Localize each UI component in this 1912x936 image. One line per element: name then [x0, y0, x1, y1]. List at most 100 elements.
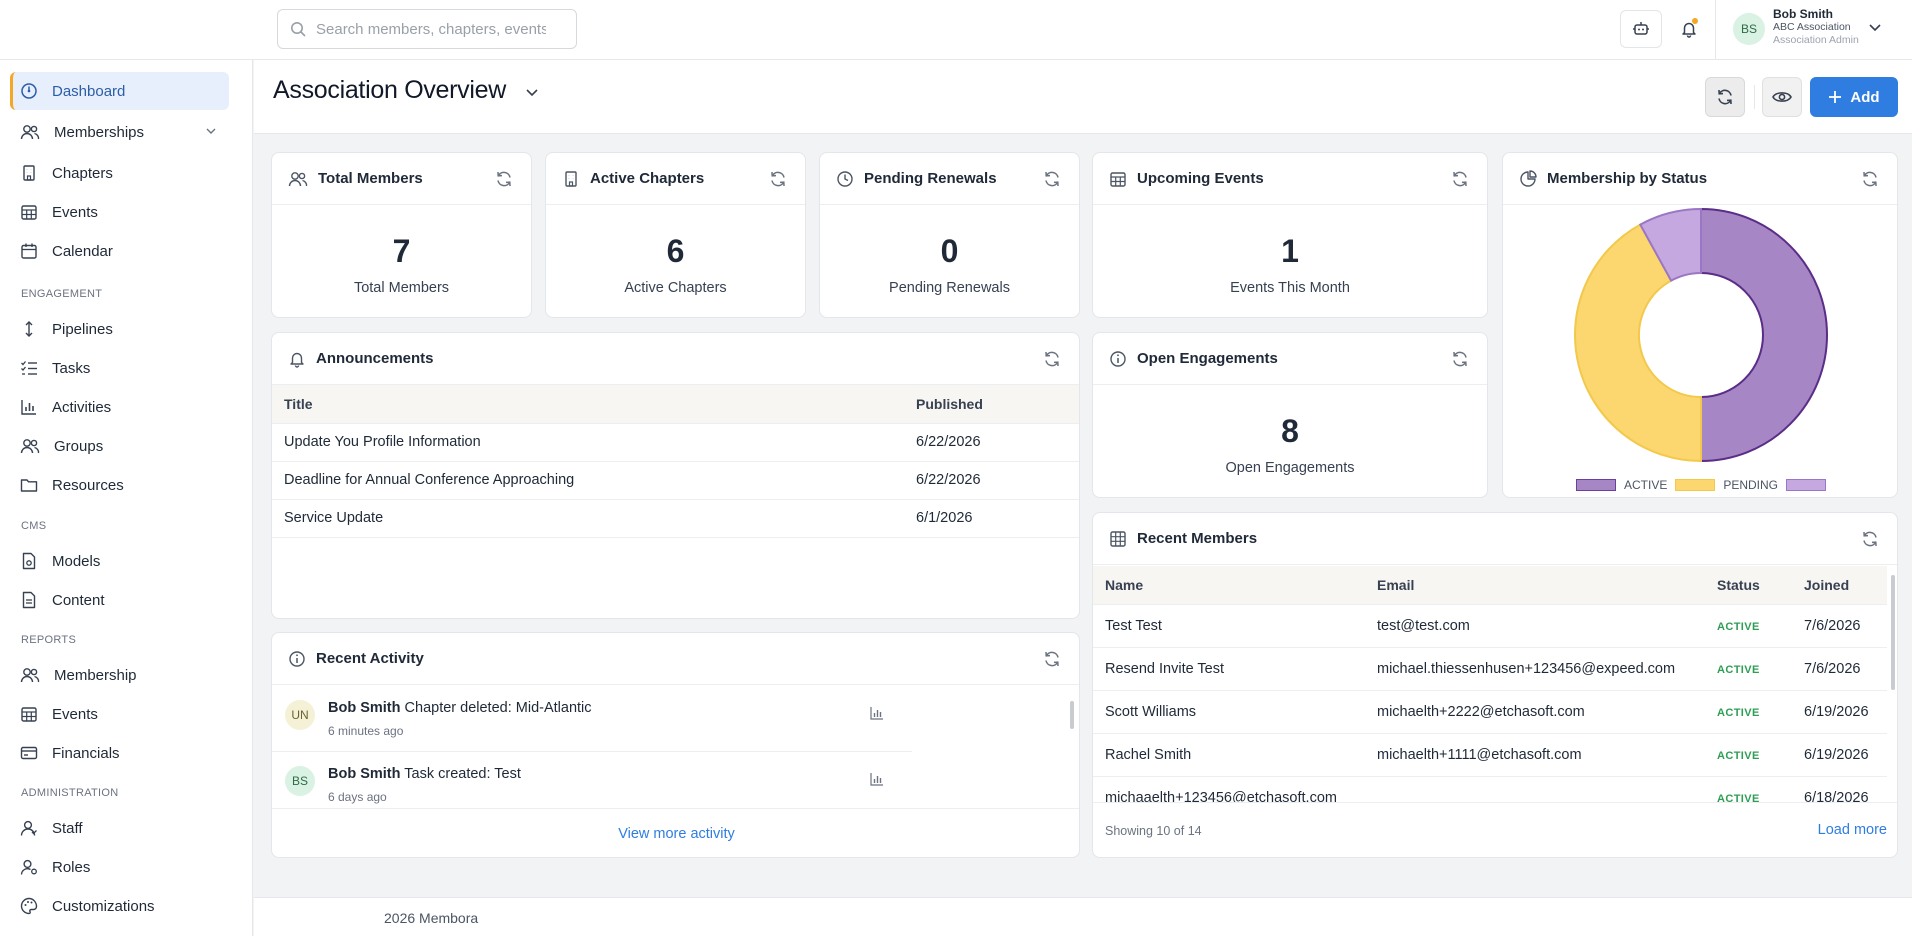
plus-icon [1828, 90, 1842, 104]
column-header-joined[interactable]: Joined [1792, 566, 1887, 605]
column-header-title[interactable]: Title [272, 385, 904, 424]
preview-button[interactable] [1762, 77, 1802, 117]
refresh-icon[interactable] [1043, 350, 1061, 368]
column-header-status[interactable]: Status [1705, 566, 1792, 605]
legend-label-active: ACTIVE [1623, 478, 1668, 492]
sidebar-item-customizations[interactable]: Customizations [10, 887, 229, 925]
sidebar-item-resources[interactable]: Resources [10, 466, 229, 504]
sidebar-item-models[interactable]: Models [10, 542, 229, 580]
sidebar-item-calendar[interactable]: Calendar [10, 232, 229, 270]
announcement-title[interactable]: Service Update [272, 499, 904, 538]
legend-swatch-other[interactable] [1786, 479, 1827, 491]
users-icon [20, 666, 40, 684]
member-name[interactable]: Rachel Smith [1093, 733, 1365, 777]
list-item[interactable]: UN Bob Smith Chapter deleted: Mid-Atlant… [272, 686, 912, 752]
search-input[interactable] [316, 20, 546, 38]
sidebar-item-label: Staff [52, 819, 83, 837]
chart-legend: ACTIVE PENDING [1503, 478, 1897, 492]
table-row[interactable]: Scott Williams michaelth+2222@etchasoft.… [1093, 690, 1887, 734]
table-row[interactable]: Update You Profile Information 6/22/2026 [272, 423, 1079, 462]
sidebar-item-roles[interactable]: Roles [10, 848, 229, 886]
chevron-down-icon[interactable] [205, 125, 217, 137]
table-row[interactable]: michaaelth+123456@etchasoft.com ACTIVE 6… [1093, 776, 1887, 802]
add-button[interactable]: Add [1810, 77, 1898, 117]
announcements-table: Title Published Update You Profile Infor… [272, 385, 1079, 538]
chevron-down-icon[interactable] [1868, 20, 1882, 34]
view-more-activity-link[interactable]: View more activity [618, 826, 735, 842]
sidebar-item-label: Models [52, 552, 101, 570]
activity-chart-icon[interactable] [870, 772, 884, 786]
grid-calendar-icon [20, 203, 38, 221]
load-more-link[interactable]: Load more [1818, 822, 1887, 838]
sidebar-item-report-membership[interactable]: Membership [10, 656, 229, 694]
sidebar-item-content[interactable]: Content [10, 581, 229, 619]
table-row[interactable]: Rachel Smith michaelth+1111@etchasoft.co… [1093, 733, 1887, 777]
refresh-icon[interactable] [1043, 170, 1061, 188]
column-header-published[interactable]: Published [904, 385, 1079, 424]
refresh-icon[interactable] [495, 170, 513, 188]
announcement-date: 6/1/2026 [904, 499, 1079, 538]
sidebar-item-pipelines[interactable]: Pipelines [10, 310, 229, 348]
refresh-dashboard-button[interactable] [1705, 77, 1745, 117]
sidebar-item-staff[interactable]: Staff [10, 809, 229, 847]
announcement-title[interactable]: Update You Profile Information [272, 423, 904, 462]
table-row[interactable]: Test Test test@test.com ACTIVE 7/6/2026 [1093, 604, 1887, 648]
stat-card-pending-renewals: Pending Renewals 0 Pending Renewals [819, 152, 1080, 318]
table-row[interactable]: Service Update 6/1/2026 [272, 499, 1079, 538]
activity-time: 6 minutes ago [328, 724, 404, 738]
user-avatar[interactable]: BS [1733, 13, 1765, 45]
table-row[interactable]: Deadline for Annual Conference Approachi… [272, 461, 1079, 500]
sidebar-item-label: Content [52, 591, 105, 609]
column-header-name[interactable]: Name [1093, 566, 1365, 605]
status-badge: ACTIVE [1717, 792, 1760, 803]
refresh-icon[interactable] [1861, 530, 1879, 548]
member-name[interactable]: Resend Invite Test [1093, 647, 1365, 691]
chevron-down-icon[interactable] [525, 85, 539, 99]
user-menu[interactable]: Bob Smith ABC Association Association Ad… [1773, 7, 1859, 47]
column-header-email[interactable]: Email [1365, 566, 1705, 605]
sidebar-item-label: Tasks [52, 359, 91, 377]
legend-swatch-active[interactable] [1575, 479, 1616, 491]
sidebar-item-groups[interactable]: Groups [10, 427, 229, 465]
sidebar-item-report-events[interactable]: Events [10, 695, 229, 733]
page-title: Association Overview [273, 76, 506, 104]
sidebar-item-activities[interactable]: Activities [10, 388, 229, 426]
notifications-button[interactable] [1668, 10, 1710, 48]
member-joined: 6/19/2026 [1792, 690, 1887, 734]
activity-description: Task created: Test [404, 766, 521, 782]
card-header: Pending Renewals [820, 153, 1079, 205]
activity-chart-icon[interactable] [870, 706, 884, 720]
member-name[interactable]: michaaelth+123456@etchasoft.com [1093, 776, 1365, 802]
status-badge: ACTIVE [1717, 749, 1760, 762]
members-scrollbar[interactable] [1891, 575, 1895, 690]
sidebar-item-label: Roles [52, 858, 91, 876]
table-row[interactable]: Resend Invite Test michael.thiessenhusen… [1093, 647, 1887, 691]
sidebar-item-chapters[interactable]: Chapters [10, 154, 229, 192]
members-table-scroll: Name Email Status Joined Test Test test@… [1093, 566, 1887, 802]
sidebar-item-memberships[interactable]: Memberships [10, 113, 229, 151]
assistant-button[interactable] [1620, 10, 1662, 48]
sidebar-item-dashboard[interactable]: Dashboard [10, 72, 229, 110]
refresh-icon[interactable] [1451, 170, 1469, 188]
member-name[interactable]: Scott Williams [1093, 690, 1365, 734]
member-name[interactable]: Test Test [1093, 604, 1365, 648]
users-icon [288, 170, 308, 188]
announcement-title[interactable]: Deadline for Annual Conference Approachi… [272, 461, 904, 500]
refresh-icon[interactable] [769, 170, 787, 188]
refresh-icon[interactable] [1451, 350, 1469, 368]
sidebar-item-events[interactable]: Events [10, 193, 229, 231]
activity-scrollbar[interactable] [1070, 701, 1074, 729]
global-search[interactable] [277, 9, 577, 49]
list-item[interactable]: BS Bob Smith Task created: Test 6 days a… [272, 752, 912, 808]
legend-swatch-pending[interactable] [1675, 479, 1716, 491]
sidebar-item-tasks[interactable]: Tasks [10, 349, 229, 387]
clock-icon [836, 170, 854, 188]
info-icon [1109, 350, 1127, 368]
card-title: Pending Renewals [864, 170, 997, 187]
sidebar-item-financials[interactable]: Financials [10, 734, 229, 772]
stat-label: Open Engagements [1225, 460, 1355, 476]
donut-slice-active[interactable] [1700, 208, 1828, 463]
refresh-icon[interactable] [1043, 650, 1061, 668]
refresh-icon[interactable] [1861, 170, 1879, 188]
status-badge: ACTIVE [1717, 706, 1760, 719]
